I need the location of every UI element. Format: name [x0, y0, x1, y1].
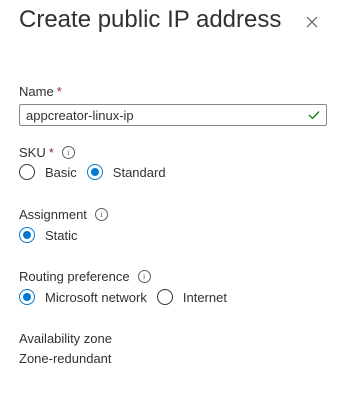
- assignment-option-static[interactable]: Static: [19, 227, 78, 243]
- sku-label: SKU * i: [19, 145, 75, 160]
- routing-option-microsoft-network[interactable]: Microsoft network: [19, 289, 147, 305]
- sku-option-basic[interactable]: Basic: [19, 164, 77, 180]
- radio-button[interactable]: [19, 164, 35, 180]
- close-icon[interactable]: [304, 14, 320, 30]
- name-input[interactable]: appcreator-linux-ip: [19, 104, 327, 126]
- info-icon[interactable]: i: [137, 270, 151, 283]
- assignment-label: Assignment i: [19, 207, 108, 222]
- routing-radio-group: Microsoft network Internet: [19, 289, 237, 305]
- info-icon[interactable]: i: [94, 208, 108, 221]
- assignment-radio-group: Static: [19, 227, 88, 243]
- checkmark-icon: [308, 111, 320, 120]
- radio-button-selected[interactable]: [19, 227, 35, 243]
- radio-button[interactable]: [156, 289, 173, 305]
- sku-radio-group: Basic Standard: [19, 164, 176, 180]
- routing-preference-label: Routing preference i: [19, 269, 151, 284]
- name-label: Name *: [19, 84, 62, 99]
- radio-button-selected[interactable]: [19, 289, 35, 305]
- required-mark: *: [48, 145, 54, 160]
- required-mark: *: [56, 84, 62, 99]
- name-input-value: appcreator-linux-ip: [26, 107, 134, 123]
- radio-button-selected[interactable]: [86, 164, 103, 180]
- info-icon[interactable]: i: [61, 146, 75, 159]
- routing-option-internet[interactable]: Internet: [156, 289, 227, 305]
- availability-zone-label: Availability zone: [19, 331, 112, 346]
- availability-zone-value: Zone-redundant: [19, 351, 112, 366]
- sku-option-standard[interactable]: Standard: [86, 164, 166, 180]
- panel-title: Create public IP address: [19, 6, 282, 33]
